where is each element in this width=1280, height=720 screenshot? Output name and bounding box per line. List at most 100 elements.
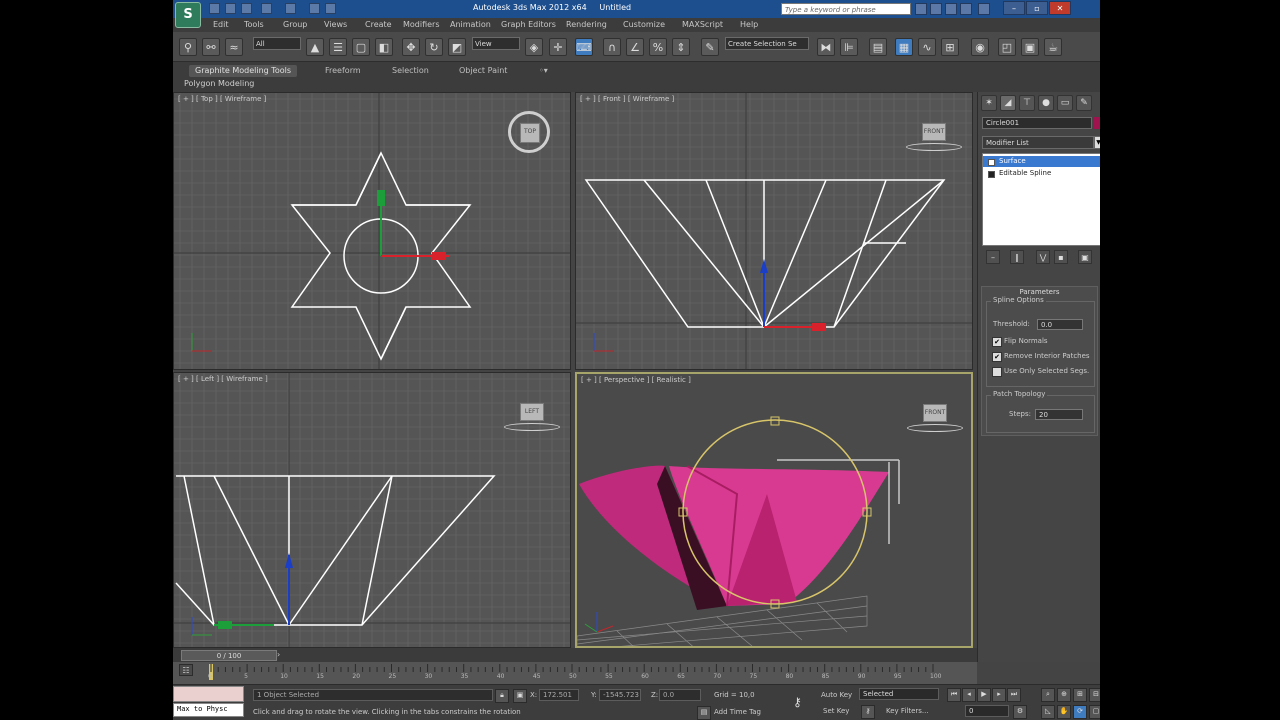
set-key-button[interactable]: Set Key (823, 707, 849, 715)
ribbon-options-icon[interactable]: ◦▾ (533, 65, 554, 77)
reference-coordinate-dropdown[interactable]: View (472, 37, 520, 50)
viewport-label[interactable]: [ + ] [ Front ] [ Wireframe ] (580, 95, 674, 103)
pan-icon[interactable]: ✋ (1057, 705, 1071, 719)
stack-item-editable-spline[interactable]: Editable Spline (983, 168, 1100, 179)
polygon-modeling-panel[interactable]: Polygon Modeling (184, 79, 254, 88)
zoom-extents-all-icon[interactable]: ⊟ (1089, 688, 1100, 702)
named-selection-dropdown[interactable]: Create Selection Se (725, 37, 809, 50)
expand-icon[interactable] (988, 171, 995, 178)
lock-icon[interactable]: 🔒︎ (495, 689, 509, 703)
tab-graphite-modeling-tools[interactable]: Graphite Modeling Tools (189, 65, 298, 77)
maxscript-mini-listener-top[interactable] (173, 686, 244, 702)
graphite-toggle-icon[interactable]: ▦ (895, 38, 913, 56)
viewport-label[interactable]: [ + ] [ Perspective ] [ Realistic ] (581, 376, 691, 384)
next-frame-icon[interactable]: ▸ (992, 688, 1006, 702)
window-crossing-icon[interactable]: ◧ (375, 38, 393, 56)
next-frame-arrow-icon[interactable]: › (277, 650, 287, 661)
go-to-end-icon[interactable]: ⏭ (1007, 688, 1021, 702)
key-icon[interactable]: ⚷ (793, 695, 802, 709)
flip-normals-checkbox[interactable]: ✔ (992, 337, 1002, 347)
rollout-title[interactable]: Parameters (982, 288, 1097, 296)
auto-key-button[interactable]: Auto Key (821, 691, 852, 699)
object-color-swatch[interactable] (1093, 117, 1100, 129)
pivot-center-icon[interactable]: ◈ (525, 38, 543, 56)
menu-graph-editors[interactable]: Graph Editors (501, 20, 556, 29)
x-coordinate-field[interactable]: 172.501 (539, 689, 579, 701)
layer-manager-icon[interactable]: ▤ (869, 38, 887, 56)
fetch-icon[interactable] (325, 3, 336, 14)
application-button[interactable]: S (175, 2, 201, 28)
menu-edit[interactable]: Edit (213, 20, 229, 29)
spinner-snap-icon[interactable]: ⇕ (672, 38, 690, 56)
search-input[interactable]: Type a keyword or phrase (781, 3, 911, 15)
time-tag-icon[interactable]: ▤ (697, 706, 711, 720)
previous-frame-icon[interactable]: ◂ (962, 688, 976, 702)
motion-panel-icon[interactable]: ● (1038, 95, 1054, 111)
tab-object-paint[interactable]: Object Paint (453, 65, 513, 77)
maximize-viewport-icon[interactable]: ▢ (1089, 705, 1100, 719)
schematic-view-icon[interactable]: ⊞ (941, 38, 959, 56)
current-frame-field[interactable]: 0 (965, 705, 1009, 717)
menu-maxscript[interactable]: MAXScript (682, 20, 723, 29)
modify-panel-icon[interactable]: ◢ (1000, 95, 1016, 111)
menu-views[interactable]: Views (324, 20, 347, 29)
view-cube-ring[interactable] (906, 143, 962, 151)
viewport-label[interactable]: [ + ] [ Top ] [ Wireframe ] (178, 95, 266, 103)
scale-icon[interactable]: ◩ (448, 38, 466, 56)
time-slider-handle[interactable]: 0 / 100 (181, 650, 277, 661)
search-icon[interactable] (915, 3, 927, 15)
menu-rendering[interactable]: Rendering (566, 20, 607, 29)
tab-freeform[interactable]: Freeform (319, 65, 367, 77)
chevron-down-icon[interactable]: ▼ (1094, 136, 1100, 149)
use-only-selected-checkbox[interactable] (992, 367, 1002, 377)
hierarchy-panel-icon[interactable]: ⊤ (1019, 95, 1035, 111)
absolute-mode-icon[interactable]: ▣ (513, 689, 527, 703)
key-mode-dropdown[interactable]: Selected (859, 688, 939, 700)
viewport-perspective[interactable]: [ + ] [ Perspective ] [ Realistic ] FRON… (575, 372, 973, 648)
bind-space-warp-icon[interactable]: ≈ (225, 38, 243, 56)
link-icon[interactable]: ⚲ (179, 38, 197, 56)
new-file-icon[interactable] (209, 3, 220, 14)
menu-customize[interactable]: Customize (623, 20, 665, 29)
save-file-icon[interactable] (241, 3, 252, 14)
modifier-list-dropdown[interactable]: Modifier List (982, 136, 1094, 149)
view-cube[interactable]: FRONT (922, 123, 946, 141)
play-icon[interactable]: ▶ (977, 688, 991, 702)
redo-icon[interactable] (285, 3, 296, 14)
mirror-icon[interactable]: ⧓ (817, 38, 835, 56)
hold-icon[interactable] (309, 3, 320, 14)
z-coordinate-field[interactable]: 0.0 (659, 689, 701, 701)
menu-animation[interactable]: Animation (450, 20, 491, 29)
menu-modifiers[interactable]: Modifiers (403, 20, 440, 29)
viewport-label[interactable]: [ + ] [ Left ] [ Wireframe ] (178, 375, 268, 383)
menu-group[interactable]: Group (283, 20, 307, 29)
menu-help[interactable]: Help (740, 20, 758, 29)
communication-center-icon[interactable] (945, 3, 957, 15)
show-end-result-icon[interactable]: ❙ (1010, 250, 1024, 264)
close-button[interactable]: ✕ (1049, 1, 1071, 15)
rendered-frame-window-icon[interactable]: ▣ (1021, 38, 1039, 56)
display-panel-icon[interactable]: ▭ (1057, 95, 1073, 111)
viewport-top[interactable]: [ + ] [ Top ] [ Wireframe ] TOP (173, 92, 571, 370)
curve-editor-icon[interactable]: ∿ (918, 38, 936, 56)
orbit-icon[interactable]: ⟳ (1073, 705, 1087, 719)
view-cube[interactable]: FRONT (923, 404, 947, 422)
object-name-field[interactable]: Circle001 (982, 117, 1092, 129)
configure-modifier-sets-icon[interactable]: ▣ (1078, 250, 1092, 264)
threshold-spinner[interactable]: 0.0 (1037, 319, 1083, 330)
angle-snap-icon[interactable]: ∠ (626, 38, 644, 56)
unlink-icon[interactable]: ⚯ (202, 38, 220, 56)
selection-filter-dropdown[interactable]: All (253, 37, 301, 50)
zoom-extents-icon[interactable]: ⊞ (1073, 688, 1087, 702)
zoom-all-icon[interactable]: ⊕ (1057, 688, 1071, 702)
view-cube-ring[interactable] (907, 424, 963, 432)
minimize-button[interactable]: – (1003, 1, 1025, 15)
stack-item-surface[interactable]: Surface (983, 156, 1100, 167)
pin-stack-icon[interactable]: – (986, 250, 1000, 264)
keyboard-shortcut-override-icon[interactable]: ⌨ (575, 38, 593, 56)
utilities-panel-icon[interactable]: ✎ (1076, 95, 1092, 111)
select-and-manipulate-icon[interactable]: ✛ (549, 38, 567, 56)
maximize-button[interactable]: ▫ (1026, 1, 1048, 15)
favorites-icon[interactable] (960, 3, 972, 15)
percent-snap-icon[interactable]: % (649, 38, 667, 56)
